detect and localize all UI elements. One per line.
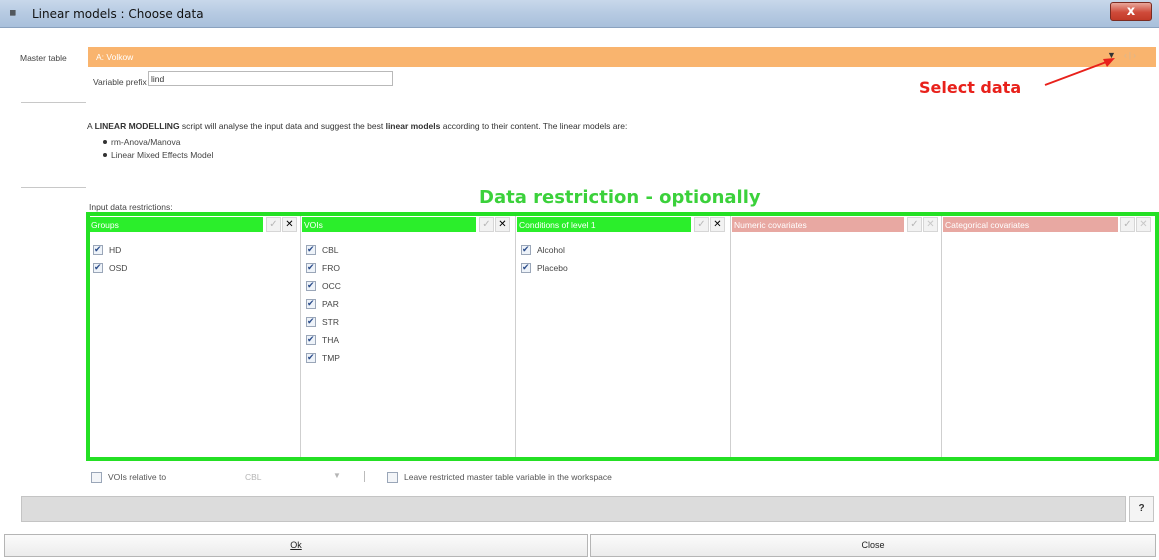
window-close-button[interactable]: x (1110, 2, 1152, 21)
restriction-highlight-frame (86, 212, 1159, 461)
chevron-down-icon[interactable]: ▼ (333, 471, 341, 480)
navigate-icon[interactable]: ‹ | › (1124, 51, 1136, 60)
annotation-arrow-icon (1044, 58, 1115, 86)
master-table-label: Master table (20, 53, 67, 63)
title-bar: ▦ Linear models : Choose data x (0, 0, 1159, 28)
variable-prefix-input[interactable] (148, 71, 393, 86)
divider (21, 187, 86, 188)
master-table-value: A: Volkow (96, 52, 134, 62)
vois-relative-option[interactable]: VOIs relative to (91, 472, 166, 484)
close-button[interactable]: Close (590, 534, 1156, 557)
model-list: rm-Anova/Manova Linear Mixed Effects Mod… (103, 137, 213, 163)
vois-relative-combo[interactable]: CBL (245, 472, 262, 482)
ok-button[interactable]: Ok (4, 534, 588, 557)
annotation-select-data: Select data (919, 78, 1022, 97)
list-item: rm-Anova/Manova (103, 137, 213, 147)
checkbox[interactable] (387, 472, 398, 484)
leave-restricted-option[interactable]: Leave restricted master table variable i… (387, 472, 612, 484)
help-button[interactable]: ? (1129, 496, 1154, 522)
divider (364, 471, 365, 482)
description-text: A LINEAR MODELLING script will analyse t… (87, 121, 628, 131)
checkbox[interactable] (91, 472, 102, 484)
divider (21, 102, 86, 103)
status-bar (21, 496, 1126, 522)
annotation-data-restriction: Data restriction - optionally (479, 187, 761, 208)
app-table-icon: ▦ (10, 8, 16, 18)
master-table-select[interactable]: A: Volkow ▼ ‹ | › (88, 47, 1156, 67)
input-restrictions-label: Input data restrictions: (89, 202, 173, 212)
window-title: Linear models : Choose data (32, 7, 204, 21)
variable-prefix-label: Variable prefix (93, 77, 147, 87)
list-item: Linear Mixed Effects Model (103, 150, 213, 160)
